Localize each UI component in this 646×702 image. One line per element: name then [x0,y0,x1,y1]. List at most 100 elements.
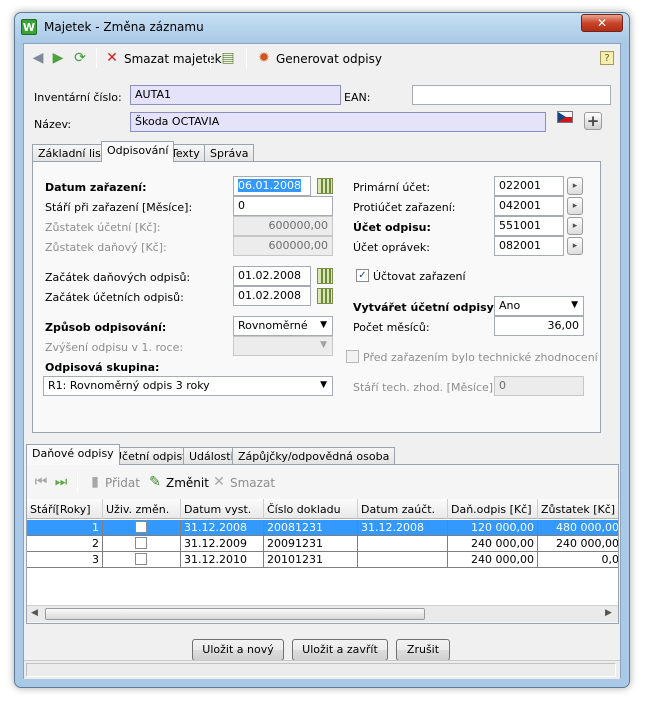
calendar-icon[interactable] [317,178,333,194]
generate-depreciation-button[interactable]: Generovat odpisy [276,52,382,66]
year-cell: 3 [27,552,103,568]
chevron-down-icon: ▼ [571,300,578,310]
column-header[interactable]: Stáří[Roky] [27,499,103,519]
status-bar [24,660,620,679]
tab-basic-sheet[interactable]: Základní list [32,144,112,162]
create-accounting-depreciation-label: Vytvářet účetní odpisy: [353,301,499,314]
post-placement-checkbox[interactable]: ✓ [356,269,369,282]
name-input[interactable]: Škoda OCTAVIA [130,112,546,132]
month-count-input[interactable]: 36,00 [494,316,584,336]
czech-flag-icon[interactable] [557,111,573,123]
save-and-new-button[interactable]: Uložit a nový [192,639,284,661]
issue-date-cell: 31.12.2009 [181,536,264,552]
primary-account-input[interactable]: 022001 [494,176,564,196]
placement-date-label: Datum zařazení: [45,181,147,194]
age-at-placement-label: Stáří při zařazení [Měsíce]: [45,201,193,214]
horizontal-scrollbar[interactable]: ◀ ▶ [27,605,618,622]
remaining-cell: 0,0 [538,552,618,568]
next-record-icon[interactable]: ▶ [50,50,66,66]
month-count-label: Počet měsíců: [353,321,430,334]
window-title: Majetek - Změna záznamu [44,20,204,34]
cancel-button[interactable]: Zrušit [396,639,450,661]
column-header[interactable]: Zůstatek [Kč] [538,499,618,519]
technical-improvement-label: Před zařazením bylo technické zhodnocení [363,351,598,364]
calendar-icon[interactable] [317,288,333,304]
tab-depreciation[interactable]: Odpisování [101,141,175,162]
scroll-left-icon[interactable]: ◀ [31,608,38,618]
gear-icon[interactable]: ✹ [256,50,272,66]
chevron-down-icon: ▼ [320,380,327,390]
column-header[interactable]: Datum vyst. [181,499,264,519]
inventory-number-input[interactable]: AUTA1 [130,85,341,105]
scrollbar-thumb[interactable] [45,608,425,620]
status-panel [26,663,616,677]
previous-record-icon[interactable]: ◀ [30,50,46,66]
post-placement-label: Účtovat zařazení [373,270,466,283]
ean-input[interactable] [412,85,611,105]
user-changed-checkbox[interactable] [135,553,147,565]
depreciation-method-label: Způsob odpisování: [45,321,167,334]
scroll-right-icon[interactable]: ▶ [605,608,612,618]
posting-date-cell: 31.12.2008 [358,520,448,536]
toolbar-separator [77,472,78,492]
close-button[interactable]: ✕ [581,14,623,32]
tab-tax-depreciation[interactable]: Daňové odpisy [26,444,120,465]
age-at-placement-input[interactable]: 0 [233,196,333,216]
user-changed-cell [103,552,181,568]
last-record-icon[interactable]: ⏭ [53,474,69,490]
user-changed-checkbox[interactable] [135,521,147,533]
first-record-icon: ⏮ [34,474,48,490]
edit-row-button[interactable]: Změnit [166,476,209,490]
lookup-icon[interactable]: ▸ [567,177,583,195]
edit-pencil-icon[interactable]: ✎ [147,474,163,490]
column-header[interactable]: Datum zaúčt. [358,499,448,519]
document-number-cell: 20101231 [264,552,358,568]
tab-loans-responsible-person[interactable]: Zápůjčky/odpovědná osoba [232,447,396,465]
add-translation-icon[interactable]: + [584,112,602,130]
chevron-down-icon: ▼ [320,320,327,330]
tab-administration[interactable]: Správa [204,144,255,162]
depreciation-method-select[interactable]: Rovnoměrné ▼ [233,316,333,336]
table-row[interactable]: 2 31.12.2009 20091231 240 000,00 240 000… [27,536,618,552]
accounting-balance-input: 600000,00 [233,216,333,236]
document-stack-icon[interactable]: ▤ [220,50,236,66]
user-changed-cell [103,536,181,552]
depreciation-grid: Stáří[Roky] Uživ. změn. Datum vyst. Čísl… [27,499,618,605]
posting-date-cell [358,552,448,568]
lookup-icon[interactable]: ▸ [567,237,583,255]
depreciation-panel: Datum zařazení: 06.01.2008 Stáří při zař… [32,161,601,433]
year-cell: 2 [27,536,103,552]
depreciation-group-select[interactable]: R1: Rovnoměrný odpis 3 roky ▼ [43,376,333,396]
lookup-icon[interactable]: ▸ [567,197,583,215]
allowance-account-input[interactable]: 082001 [494,236,564,256]
tax-depreciation-cell: 240 000,00 [448,552,538,568]
calendar-icon[interactable] [317,268,333,284]
user-changed-checkbox[interactable] [135,537,147,549]
lookup-icon[interactable]: ▸ [567,217,583,235]
help-icon[interactable]: ? [600,51,614,65]
placement-date-input[interactable]: 06.01.2008 [233,176,311,196]
column-header[interactable]: Číslo dokladu [264,499,358,519]
create-accounting-depreciation-select[interactable]: Ano ▼ [494,296,584,316]
title-bar: W Majetek - Změna záznamu ✕ [15,13,629,41]
refresh-icon[interactable]: ⟳ [72,50,88,66]
delete-asset-button[interactable]: Smazat majetek [124,52,222,66]
accounting-depreciation-start-input[interactable]: 01.02.2008 [233,286,311,306]
table-row[interactable]: 1 31.12.2008 20081231 31.12.2008 120 000… [27,520,618,536]
tab-accounting-depreciation[interactable]: Účetní odpisy [108,447,195,465]
table-row[interactable]: 3 31.12.2010 20101231 240 000,00 0,0 [27,552,618,568]
contra-account-input[interactable]: 042001 [494,196,564,216]
save-and-close-button[interactable]: Uložit a zavřít [292,639,388,661]
dialog-window: W Majetek - Změna záznamu ✕ ◀ ▶ ⟳ ✕ Smaz… [14,12,630,688]
column-header[interactable]: Uživ. změn. [103,499,181,519]
delete-icon[interactable]: ✕ [104,50,120,66]
client-area: ◀ ▶ ⟳ ✕ Smazat majetek ▤ ✹ Generovat odp… [23,43,621,679]
column-header[interactable]: Daň.odpis [Kč] [448,499,538,519]
accounting-depreciation-start-label: Začátek účetních odpisů: [45,291,184,304]
add-row-button: Přidat [105,476,140,490]
issue-date-cell: 31.12.2010 [181,552,264,568]
tax-depreciation-start-input[interactable]: 01.02.2008 [233,266,311,286]
add-document-icon: ▮ [91,474,99,490]
depreciation-account-input[interactable]: 551001 [494,216,564,236]
chevron-down-icon: ▼ [320,340,327,350]
